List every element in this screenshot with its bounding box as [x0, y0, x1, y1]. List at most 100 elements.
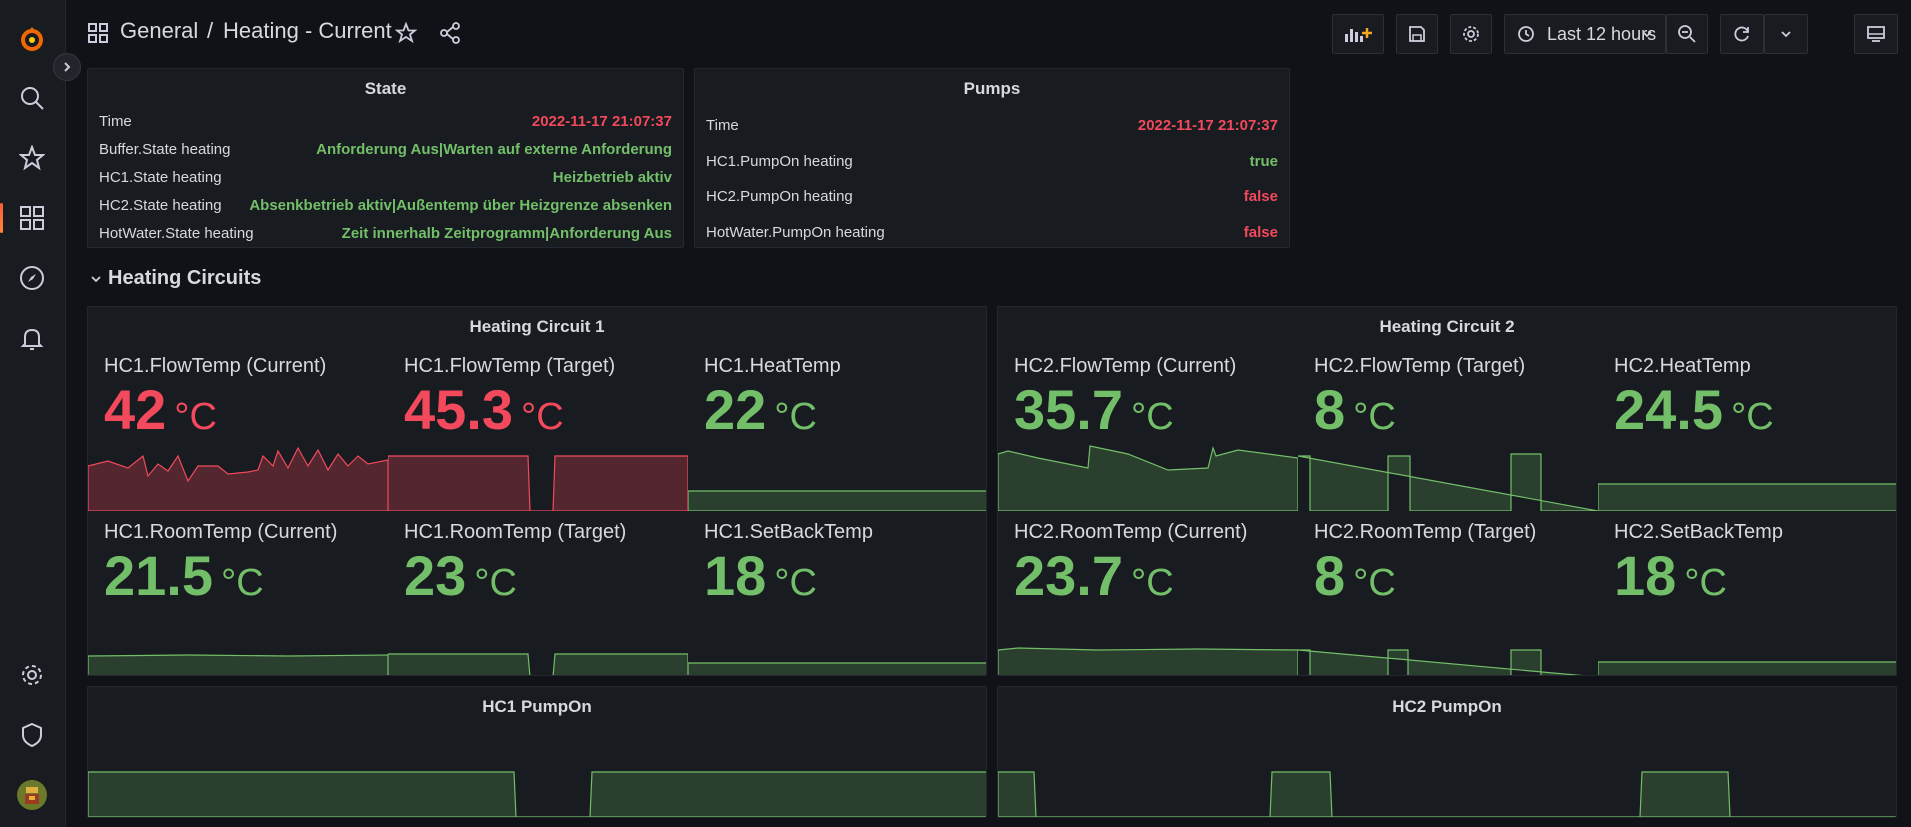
- stat-hc1-roomtemp-target[interactable]: HC1.RoomTemp (Target) 23 °C: [388, 513, 688, 675]
- stat-value: 18 °C: [1614, 544, 1727, 607]
- row-key: HotWater.PumpOn heating: [706, 224, 885, 241]
- table-row: HC2.State heating Absenkbetrieb aktiv|Auß…: [99, 197, 672, 214]
- stat-hc1-setbacktemp[interactable]: HC1.SetBackTemp 18 °C: [688, 513, 986, 675]
- starred-icon[interactable]: [17, 143, 47, 173]
- stat-label: HC1.FlowTemp (Target): [404, 355, 616, 377]
- chevron-down-icon: [1642, 31, 1652, 38]
- table-row: Time 2022-11-17 21:07:37: [99, 113, 672, 130]
- sparkline: [688, 490, 986, 511]
- table-row: HotWater.State heating Zeit innerhalb Zei…: [99, 225, 672, 242]
- stat-hc2-heattemp[interactable]: HC2.HeatTemp 24.5 °C: [1598, 347, 1896, 511]
- breadcrumb-dashboard-title[interactable]: Heating - Current: [223, 18, 392, 44]
- refresh-button[interactable]: [1720, 14, 1764, 54]
- explore-compass-icon[interactable]: [17, 263, 47, 293]
- stat-value: 8 °C: [1314, 378, 1396, 441]
- stat-hc2-setbacktemp[interactable]: HC2.SetBackTemp 18 °C: [1598, 513, 1896, 675]
- stat-value: 23.7 °C: [1014, 544, 1174, 607]
- breadcrumb-separator: /: [207, 18, 214, 43]
- stat-hc1-heattemp[interactable]: HC1.HeatTemp 22 °C: [688, 347, 986, 511]
- pump-state-chart: [998, 771, 1896, 817]
- row-key: HotWater.State heating: [99, 225, 254, 242]
- configuration-gear-icon[interactable]: [17, 660, 47, 690]
- hc1-pumpon-panel: HC1 PumpOn: [87, 686, 987, 818]
- row-key: HC1.State heating: [99, 169, 222, 186]
- sparkline: [1598, 661, 1896, 675]
- add-panel-button[interactable]: [1332, 14, 1384, 54]
- gear-icon: [1463, 26, 1479, 42]
- breadcrumb-folder[interactable]: General: [120, 18, 198, 44]
- stat-label: HC2.FlowTemp (Target): [1314, 355, 1526, 377]
- row-key: Time: [706, 117, 739, 134]
- stat-hc2-roomtemp-current[interactable]: HC2.RoomTemp (Current) 23.7 °C: [998, 513, 1298, 675]
- table-row: HC2.PumpOn heating false: [706, 188, 1278, 205]
- add-panel-icon: [1345, 28, 1372, 42]
- heating-circuit-2-panel: Heating Circuit 2 HC2.FlowTemp (Current)…: [997, 306, 1897, 676]
- row-key: Time: [99, 113, 132, 130]
- dashboards-icon[interactable]: [17, 203, 47, 233]
- stat-value: 24.5 °C: [1614, 378, 1774, 441]
- tv-mode-button[interactable]: [1854, 14, 1898, 54]
- stat-hc2-flowtemp-target[interactable]: HC2.FlowTemp (Target) 8 °C: [1298, 347, 1598, 511]
- sparkline: [388, 455, 688, 511]
- user-avatar[interactable]: [17, 780, 47, 810]
- sidebar: [0, 0, 66, 827]
- stat-value: 21.5 °C: [104, 544, 264, 607]
- search-icon[interactable]: [17, 83, 47, 113]
- stat-value: 18 °C: [704, 544, 817, 607]
- save-dashboard-button[interactable]: [1396, 14, 1438, 54]
- row-value: Zeit innerhalb Zeitprogramm|Anforderung …: [341, 225, 672, 242]
- panel-title[interactable]: State: [88, 79, 683, 99]
- refresh-icon: [1734, 26, 1749, 42]
- time-range-picker[interactable]: Last 12 hours: [1504, 14, 1666, 54]
- sparkline: [688, 662, 986, 675]
- panel-title[interactable]: Pumps: [695, 79, 1289, 99]
- pump-state-chart: [88, 771, 986, 817]
- stat-value: 8 °C: [1314, 544, 1396, 607]
- panel-title[interactable]: HC1 PumpOn: [88, 697, 986, 717]
- stat-value: 42 °C: [104, 378, 217, 441]
- panel-title[interactable]: HC2 PumpOn: [998, 697, 1896, 717]
- panel-title[interactable]: Heating Circuit 2: [998, 317, 1896, 337]
- sparkline: [998, 445, 1298, 511]
- state-table-panel: State Time 2022-11-17 21:07:37 Buffer.Sta…: [87, 68, 684, 248]
- stat-hc1-flowtemp-target[interactable]: HC1.FlowTemp (Target) 45.3 °C: [388, 347, 688, 511]
- refresh-interval-dropdown[interactable]: [1764, 14, 1808, 54]
- stat-label: HC2.SetBackTemp: [1614, 521, 1783, 543]
- stat-value: 35.7 °C: [1014, 378, 1174, 441]
- stat-label: HC1.HeatTemp: [704, 355, 841, 377]
- stat-hc2-roomtemp-target[interactable]: HC2.RoomTemp (Target) 8 °C: [1298, 513, 1598, 675]
- row-title[interactable]: Heating Circuits: [108, 267, 261, 290]
- stat-hc1-roomtemp-current[interactable]: HC1.RoomTemp (Current) 21.5 °C: [88, 513, 388, 675]
- grafana-logo-icon[interactable]: [17, 24, 47, 54]
- row-key: Buffer.State heating: [99, 141, 231, 158]
- table-row: HC1.PumpOn heating true: [706, 153, 1278, 170]
- chevron-down-icon: [1781, 31, 1791, 38]
- row-value: Heizbetrieb aktiv: [552, 169, 672, 186]
- table-row: HC1.State heating Heizbetrieb aktiv: [99, 169, 672, 186]
- sparkline: [88, 446, 388, 511]
- dashboard-settings-button[interactable]: [1450, 14, 1492, 54]
- row-value: 2022-11-17 21:07:37: [531, 113, 672, 130]
- stat-label: HC1.RoomTemp (Current): [104, 521, 338, 543]
- alerting-bell-icon[interactable]: [17, 323, 47, 353]
- stat-label: HC1.SetBackTemp: [704, 521, 873, 543]
- share-icon[interactable]: [439, 22, 461, 44]
- row-key: HC1.PumpOn heating: [706, 153, 853, 170]
- stat-label: HC2.RoomTemp (Current): [1014, 521, 1248, 543]
- zoom-out-icon: [1678, 25, 1696, 43]
- row-key: HC2.PumpOn heating: [706, 188, 853, 205]
- server-admin-shield-icon[interactable]: [17, 720, 47, 750]
- stat-hc2-flowtemp-current[interactable]: HC2.FlowTemp (Current) 35.7 °C: [998, 347, 1298, 511]
- stat-label: HC2.RoomTemp (Target): [1314, 521, 1537, 543]
- star-icon[interactable]: [395, 22, 417, 44]
- row-key: HC2.State heating: [99, 197, 222, 214]
- panel-title[interactable]: Heating Circuit 1: [88, 317, 986, 337]
- stat-hc1-flowtemp-current[interactable]: HC1.FlowTemp (Current) 42 °C: [88, 347, 388, 511]
- stat-label: HC2.FlowTemp (Current): [1014, 355, 1237, 377]
- stat-label: HC2.HeatTemp: [1614, 355, 1751, 377]
- dashboard-grid-icon: [88, 23, 108, 43]
- row-collapse-chevron-icon[interactable]: [90, 273, 102, 285]
- sidebar-active-indicator: [0, 203, 3, 233]
- zoom-out-button[interactable]: [1666, 14, 1708, 54]
- sparkline: [1298, 649, 1583, 675]
